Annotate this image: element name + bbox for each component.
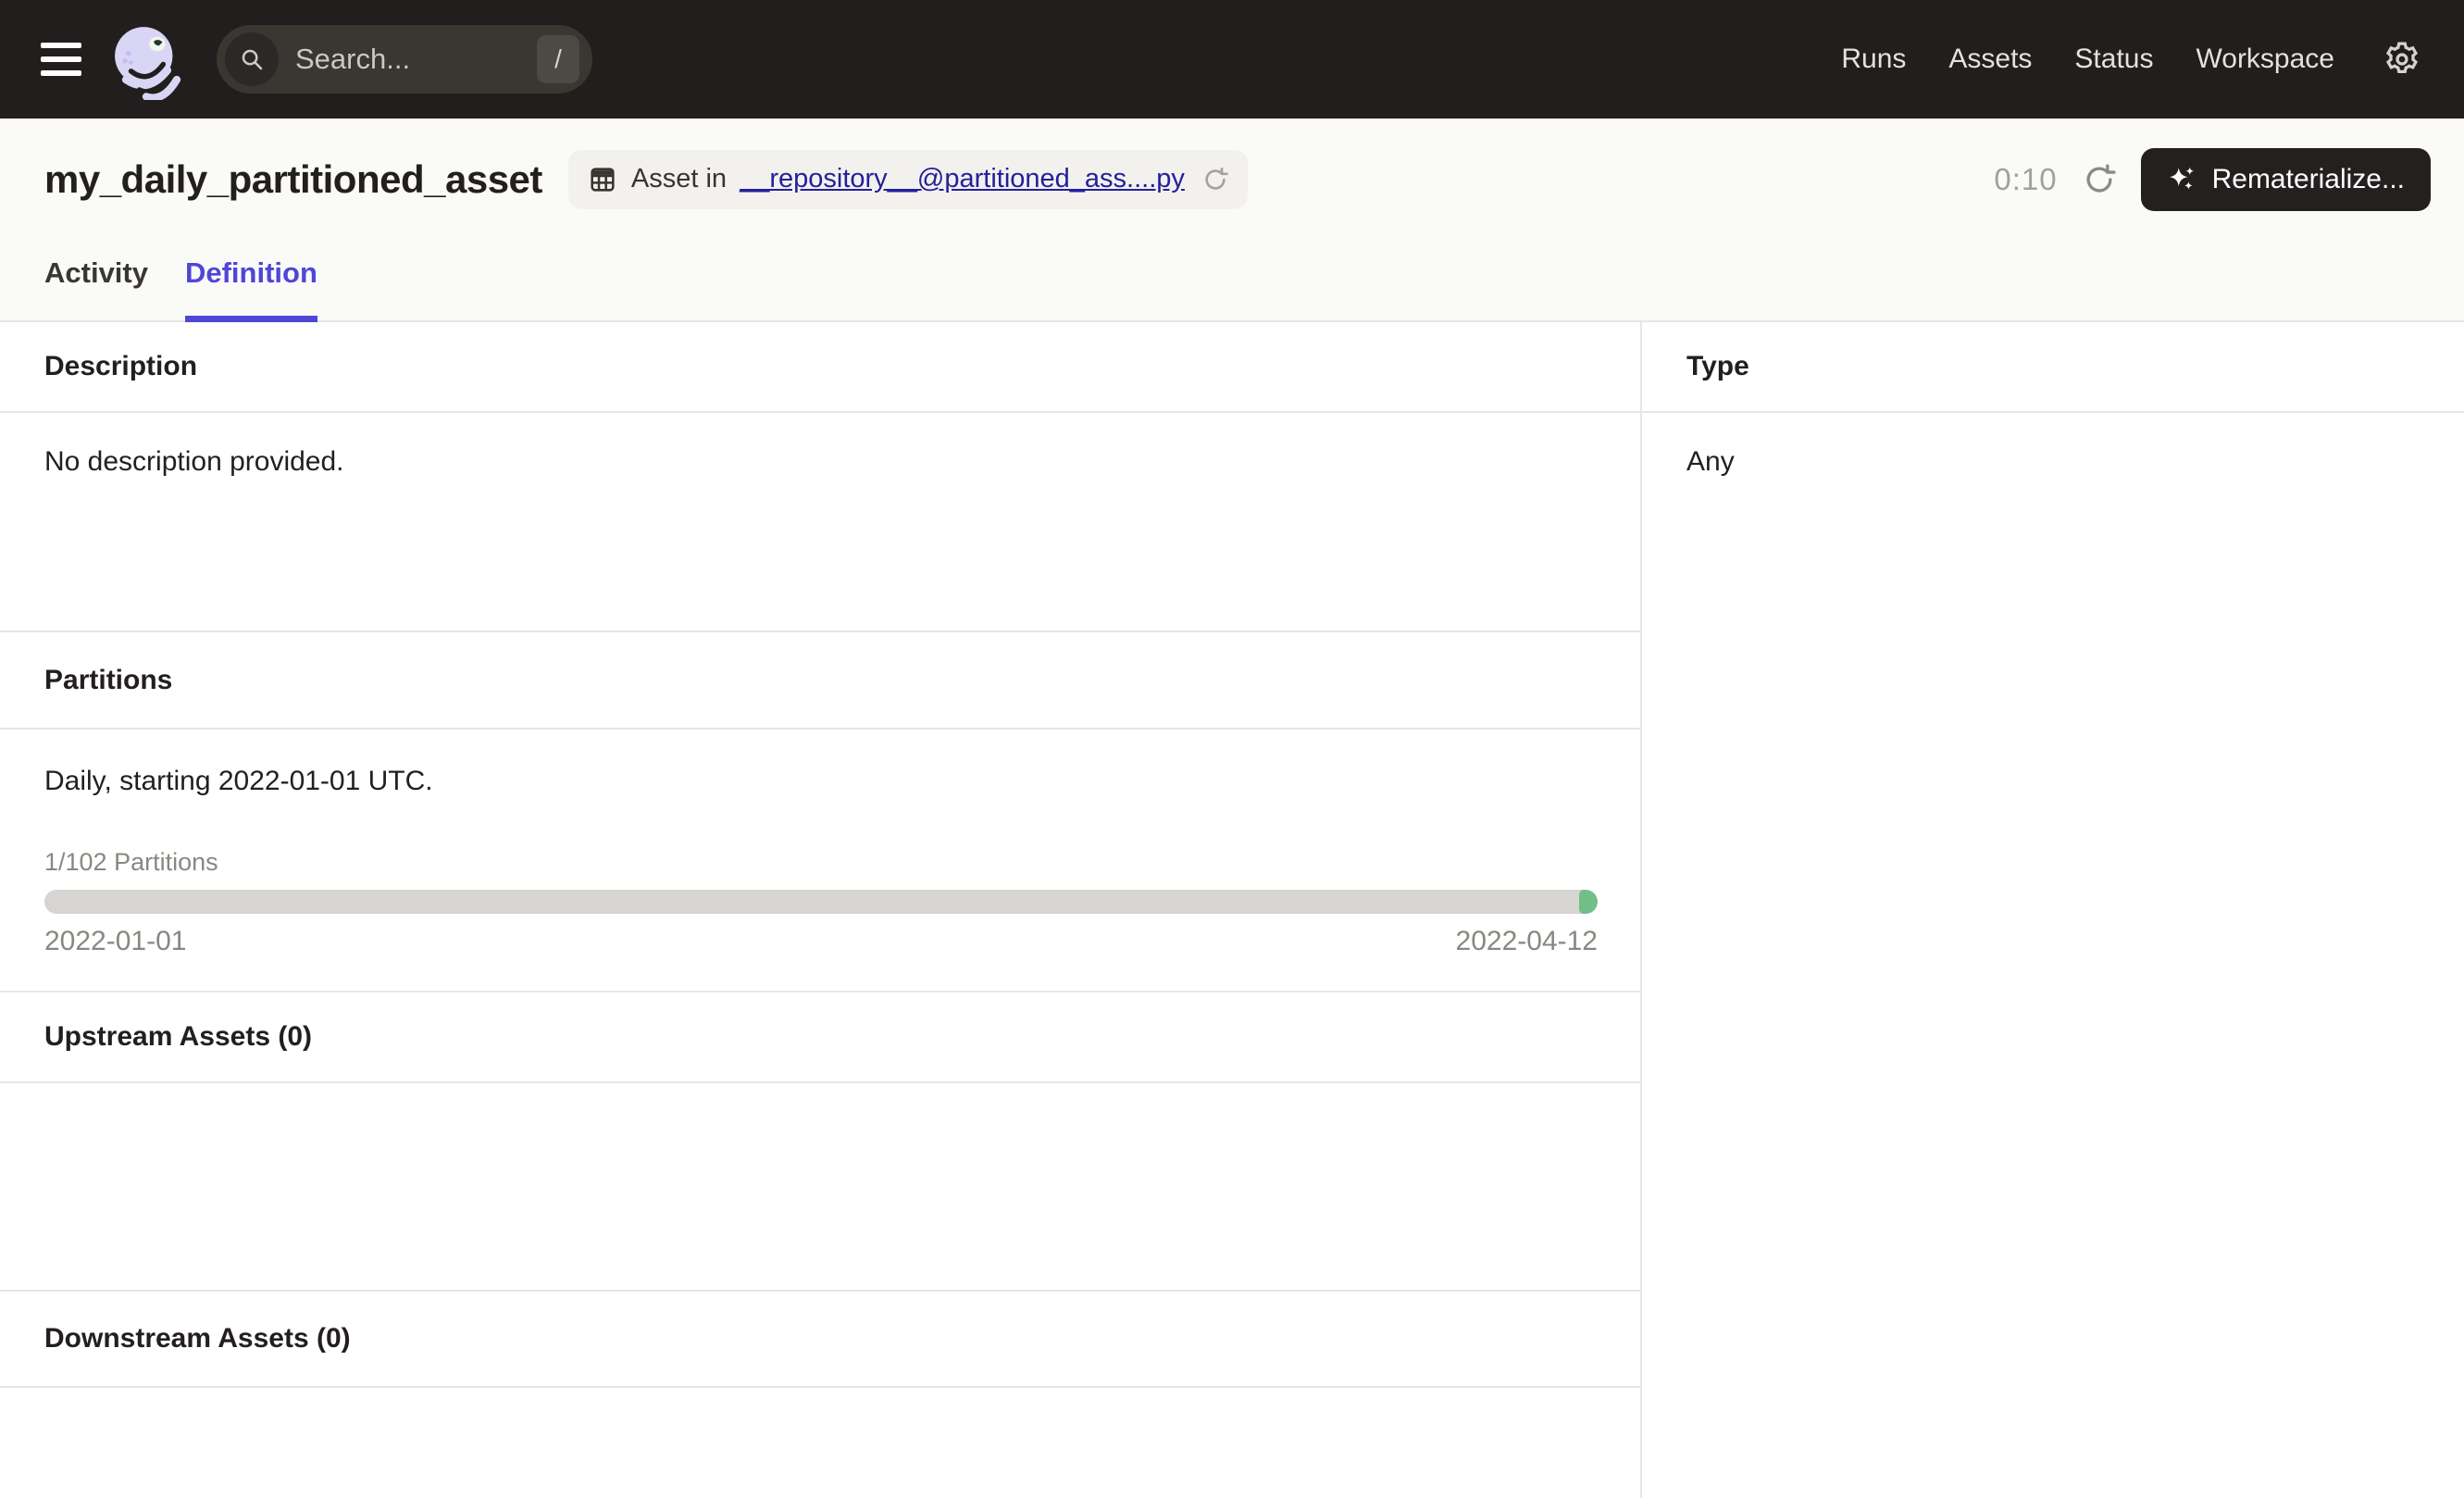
repo-badge: Asset in __repository__@partitioned_ass.… <box>568 150 1248 209</box>
sparkle-icon <box>2167 164 2198 195</box>
rematerialize-label: Rematerialize... <box>2212 164 2405 195</box>
refresh-icon[interactable] <box>2082 162 2117 197</box>
rematerialize-button[interactable]: Rematerialize... <box>2141 148 2431 211</box>
nav-link-assets[interactable]: Assets <box>1948 44 2032 75</box>
downstream-body <box>0 1388 1640 1498</box>
partition-progress-fill <box>1579 890 1598 914</box>
page-header: my_daily_partitioned_asset Asset in __re… <box>0 119 2464 322</box>
partitions-summary: Daily, starting 2022-01-01 UTC. <box>44 763 1598 800</box>
global-search[interactable]: / <box>217 25 592 94</box>
page-title: my_daily_partitioned_asset <box>44 157 542 202</box>
top-nav: / Runs Assets Status Workspace <box>0 0 2464 119</box>
nav-link-status[interactable]: Status <box>2074 44 2153 75</box>
nav-link-runs[interactable]: Runs <box>1841 44 1906 75</box>
partitions-count: 1/102 Partitions <box>44 846 1598 878</box>
partition-range-start: 2022-01-01 <box>44 926 186 957</box>
menu-icon[interactable] <box>41 43 81 76</box>
tab-definition[interactable]: Definition <box>185 227 317 322</box>
gear-icon[interactable] <box>2381 38 2423 81</box>
search-input[interactable] <box>279 43 537 76</box>
type-value: Any <box>1642 413 2464 1498</box>
table-icon <box>587 164 618 195</box>
refresh-countdown: 0:10 <box>1994 162 2057 197</box>
tab-bar: Activity Definition <box>0 227 2464 322</box>
asset-in-label: Asset in <box>631 164 727 194</box>
right-column: Type Any <box>1642 322 2464 1498</box>
dagster-logo[interactable] <box>106 19 187 100</box>
downstream-section-header: Downstream Assets (0) <box>0 1292 1640 1388</box>
left-column: Description No description provided. Par… <box>0 322 1642 1498</box>
description-section-header: Description <box>0 322 1640 413</box>
nav-links: Runs Assets Status Workspace <box>1841 44 2334 75</box>
partitions-body: Daily, starting 2022-01-01 UTC. 1/102 Pa… <box>0 730 1640 992</box>
repository-link[interactable]: __repository__@partitioned_ass....py <box>740 164 1185 194</box>
search-icon <box>225 32 279 86</box>
partitions-section-header: Partitions <box>0 632 1640 730</box>
tab-activity[interactable]: Activity <box>44 227 148 322</box>
reload-repo-icon[interactable] <box>1201 166 1229 193</box>
partition-health-bar <box>44 890 1598 914</box>
upstream-body <box>0 1083 1640 1292</box>
type-section-header: Type <box>1642 322 2464 413</box>
upstream-section-header: Upstream Assets (0) <box>0 992 1640 1083</box>
nav-link-workspace[interactable]: Workspace <box>2196 44 2334 75</box>
description-body: No description provided. <box>0 413 1640 632</box>
definition-content: Description No description provided. Par… <box>0 322 2464 1498</box>
search-shortcut-badge: / <box>537 35 579 83</box>
partition-range-end: 2022-04-12 <box>1456 926 1598 957</box>
